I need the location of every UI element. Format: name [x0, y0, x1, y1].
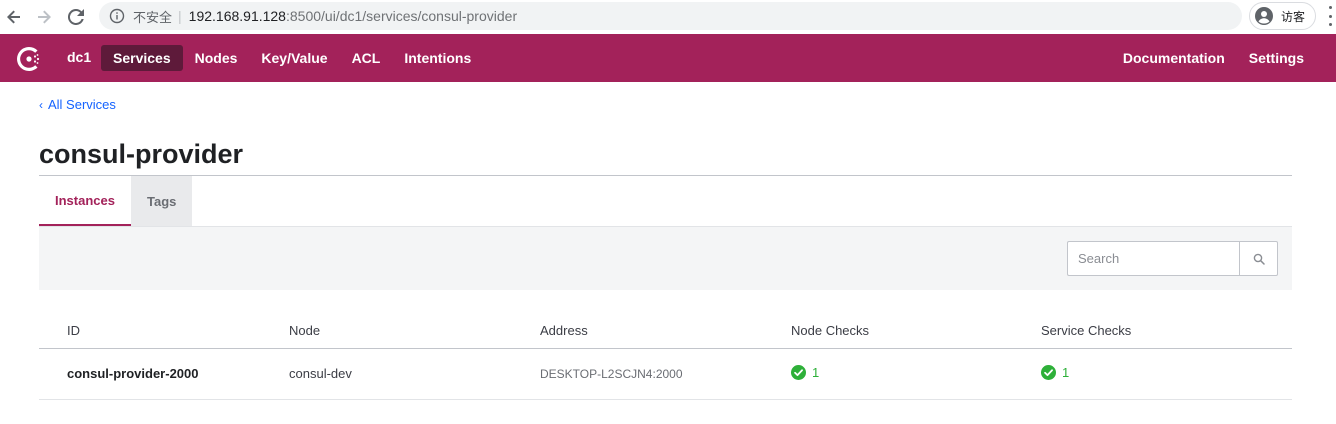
consul-logo-icon[interactable]	[14, 44, 44, 74]
instance-address: DESKTOP-L2SCJN4:2000	[540, 367, 683, 381]
filter-bar	[39, 227, 1292, 290]
address-bar[interactable]: 不安全 | 192.168.91.128 :8500/ui/dc1/servic…	[99, 2, 1242, 30]
node-checks-status: 1	[791, 365, 819, 380]
search-input[interactable]	[1067, 241, 1239, 276]
arrow-left-icon	[7, 10, 20, 24]
nav-key-value[interactable]: Key/Value	[249, 45, 339, 71]
tab-instances[interactable]: Instances	[39, 176, 131, 226]
security-label: 不安全	[133, 9, 173, 25]
main-nav: Services Nodes Key/Value ACL Intentions	[101, 45, 483, 71]
profile-button[interactable]: 访客	[1249, 2, 1316, 30]
chevron-left-icon: ‹	[39, 97, 43, 112]
nav-documentation[interactable]: Documentation	[1111, 45, 1237, 71]
search-button[interactable]	[1239, 241, 1278, 276]
title-divider	[39, 175, 1292, 176]
info-icon[interactable]	[109, 8, 125, 24]
url-separator: |	[178, 8, 182, 24]
profile-label: 访客	[1281, 9, 1306, 24]
person-icon	[1255, 7, 1273, 25]
service-checks-count: 1	[1062, 365, 1070, 380]
tab-bar: Instances Tags	[39, 176, 193, 226]
nav-services[interactable]: Services	[101, 45, 183, 71]
breadcrumb-all-services[interactable]: ‹ All Services	[39, 97, 116, 112]
column-header-id: ID	[67, 323, 80, 338]
column-header-node: Node	[289, 323, 321, 338]
column-header-address: Address	[540, 323, 588, 338]
forward-button[interactable]	[32, 5, 56, 29]
node-checks-count: 1	[812, 365, 820, 380]
nav-acl[interactable]: ACL	[340, 45, 393, 71]
nav-settings[interactable]: Settings	[1237, 45, 1316, 71]
arrow-right-icon	[38, 10, 51, 24]
nav-intentions[interactable]: Intentions	[392, 45, 483, 71]
table-row[interactable]: consul-provider-2000 consul-dev DESKTOP-…	[39, 349, 1292, 400]
datacenter-selector[interactable]: dc1	[67, 49, 91, 65]
url-host: 192.168.91.128	[188, 8, 286, 24]
tab-tags[interactable]: Tags	[130, 176, 193, 226]
app-header: dc1 Services Nodes Key/Value ACL Intenti…	[0, 34, 1336, 82]
secondary-nav: Documentation Settings	[1111, 45, 1316, 71]
check-circle-icon	[1041, 365, 1056, 380]
service-checks-status: 1	[1041, 365, 1069, 380]
instance-id[interactable]: consul-provider-2000	[67, 366, 199, 381]
column-header-node-checks: Node Checks	[791, 323, 870, 338]
nav-nodes[interactable]: Nodes	[183, 45, 250, 71]
search-icon	[1253, 253, 1265, 265]
page-title: consul-provider	[39, 139, 244, 169]
table-header: ID Node Address Node Checks Service Chec…	[39, 310, 1292, 349]
reload-icon	[68, 9, 84, 25]
browser-toolbar: 不安全 | 192.168.91.128 :8500/ui/dc1/servic…	[0, 0, 1336, 34]
kebab-icon[interactable]	[1327, 6, 1333, 26]
check-circle-icon	[791, 365, 806, 380]
instances-table: ID Node Address Node Checks Service Chec…	[39, 310, 1292, 400]
search-box	[1067, 241, 1278, 276]
breadcrumb-label: All Services	[48, 97, 116, 112]
instance-node: consul-dev	[289, 366, 352, 381]
column-header-service-checks: Service Checks	[1041, 323, 1132, 338]
reload-button[interactable]	[64, 5, 88, 29]
back-button[interactable]	[2, 5, 26, 29]
url-path: :8500/ui/dc1/services/consul-provider	[285, 8, 518, 24]
